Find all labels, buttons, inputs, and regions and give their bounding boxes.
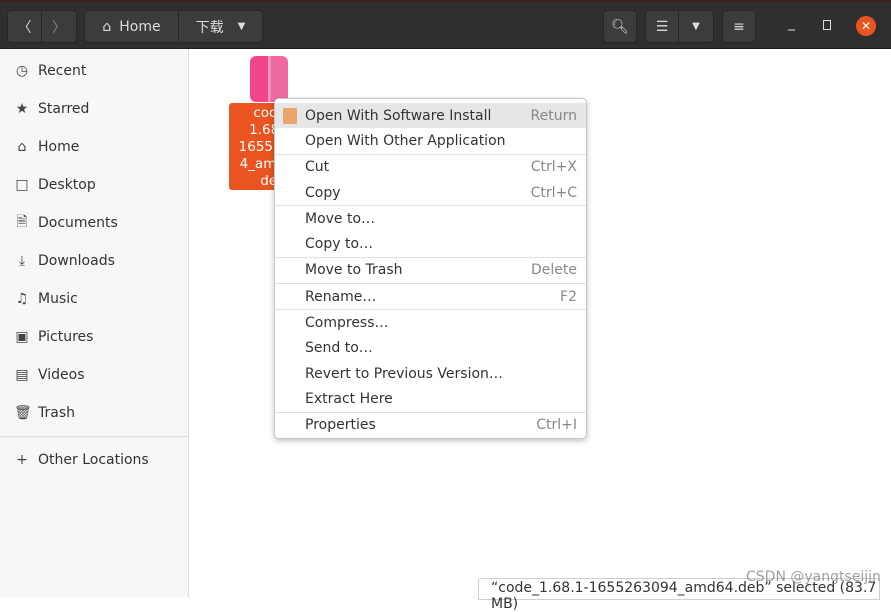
menu-item-copy[interactable]: Copy Ctrl+C [275,180,586,205]
menu-item-compress[interactable]: Compress… [275,310,586,335]
context-menu: Open With Software Install Return Open Wit… [274,98,587,439]
search-button[interactable]: 🔍︎ [603,10,637,43]
path-home[interactable]: ⌂ Home [85,11,179,42]
document-icon: 🗎 [16,214,28,230]
sidebar-item-downloads[interactable]: ⤓ Downloads [0,242,188,280]
sidebar-item-other-locations[interactable]: + Other Locations [0,441,188,479]
menu-item-rename[interactable]: Rename… F2 [275,284,586,309]
sidebar-item-documents[interactable]: 🗎 Documents [0,204,188,242]
chevron-left-icon: 〈 [17,19,32,36]
sidebar-item-videos[interactable]: ▤ Videos [0,356,188,394]
close-button[interactable]: ✕ [856,16,876,36]
accelerator: Delete [531,262,577,279]
sidebar-item-music[interactable]: ♫ Music [0,280,188,318]
path-downloads[interactable]: 下载 ▼ [179,11,262,42]
music-icon: ♫ [15,291,29,307]
caret-down-icon: ▼ [692,21,700,32]
back-button[interactable]: 〈 [8,11,43,42]
search-icon: 🔍︎ [611,18,629,35]
home-icon: ⌂ [102,18,112,35]
list-icon: ☰ [655,18,669,35]
forward-button[interactable]: 〉 [42,11,76,42]
chevron-right-icon: 〉 [52,19,66,36]
menu-item-copy-to[interactable]: Copy to… [275,231,586,256]
trash-icon: 🗑︎ [14,405,32,421]
menu-item-extract-here[interactable]: Extract Here [275,386,586,411]
maximize-button[interactable] [823,20,831,30]
path-bar: ⌂ Home 下载 ▼ [84,10,263,43]
video-icon: ▤ [15,367,29,383]
clock-icon: ◷ [15,63,29,79]
menu-item-cut[interactable]: Cut Ctrl+X [275,155,586,180]
watermark: CSDN @yangtseijin [746,569,881,585]
menu-item-properties[interactable]: Properties Ctrl+I [275,413,586,438]
plus-icon: + [16,452,28,468]
menu-item-open-with-other-application[interactable]: Open With Other Application [275,128,586,153]
menu-item-move-to[interactable]: Move to… [275,206,586,231]
deb-package-icon [250,56,288,102]
download-icon: ⤓ [18,253,26,269]
menu-item-revert-to-previous-version[interactable]: Revert to Previous Version… [275,361,586,386]
accelerator: F2 [560,288,577,305]
accelerator: Return [530,107,577,124]
menu-button[interactable]: ≡ [722,10,756,43]
minimize-button[interactable]: _ [788,15,795,31]
accelerator: Ctrl+C [530,184,577,201]
accelerator: Ctrl+I [536,417,577,434]
star-icon: ★ [15,101,29,117]
home-icon: ⌂ [17,139,27,155]
sidebar-item-starred[interactable]: ★ Starred [0,90,188,128]
caret-down-icon: ▼ [237,21,246,32]
nav-buttons: 〈 〉 [7,10,77,43]
header-bar: 〈 〉 ⌂ Home 下载 ▼ 🔍︎ ☰ ▼ ≡ _ ✕ [0,0,891,49]
desktop-icon: □ [15,177,29,193]
view-buttons: ☰ ▼ [645,10,714,43]
sidebar: ◷ Recent ★ Starred ⌂ Home □ Desktop 🗎 Documen… [0,49,189,597]
view-options-button[interactable]: ▼ [679,11,713,42]
menu-item-move-to-trash[interactable]: Move to Trash Delete [275,258,586,283]
picture-icon: ▣ [15,329,29,345]
close-icon: ✕ [860,19,872,33]
menu-item-open-with-software-install[interactable]: Open With Software Install Return [275,103,586,129]
accelerator: Ctrl+X [530,159,577,176]
software-install-icon [283,107,297,124]
sidebar-item-home[interactable]: ⌂ Home [0,128,188,166]
list-view-button[interactable]: ☰ [646,11,680,42]
hamburger-icon: ≡ [733,18,745,35]
sidebar-item-desktop[interactable]: □ Desktop [0,166,188,204]
sidebar-item-pictures[interactable]: ▣ Pictures [0,318,188,356]
sidebar-item-trash[interactable]: 🗑︎ Trash [0,394,188,432]
scrollbar[interactable] [886,52,889,597]
menu-item-send-to[interactable]: Send to… [275,336,586,361]
divider [0,436,188,437]
sidebar-item-recent[interactable]: ◷ Recent [0,52,188,90]
